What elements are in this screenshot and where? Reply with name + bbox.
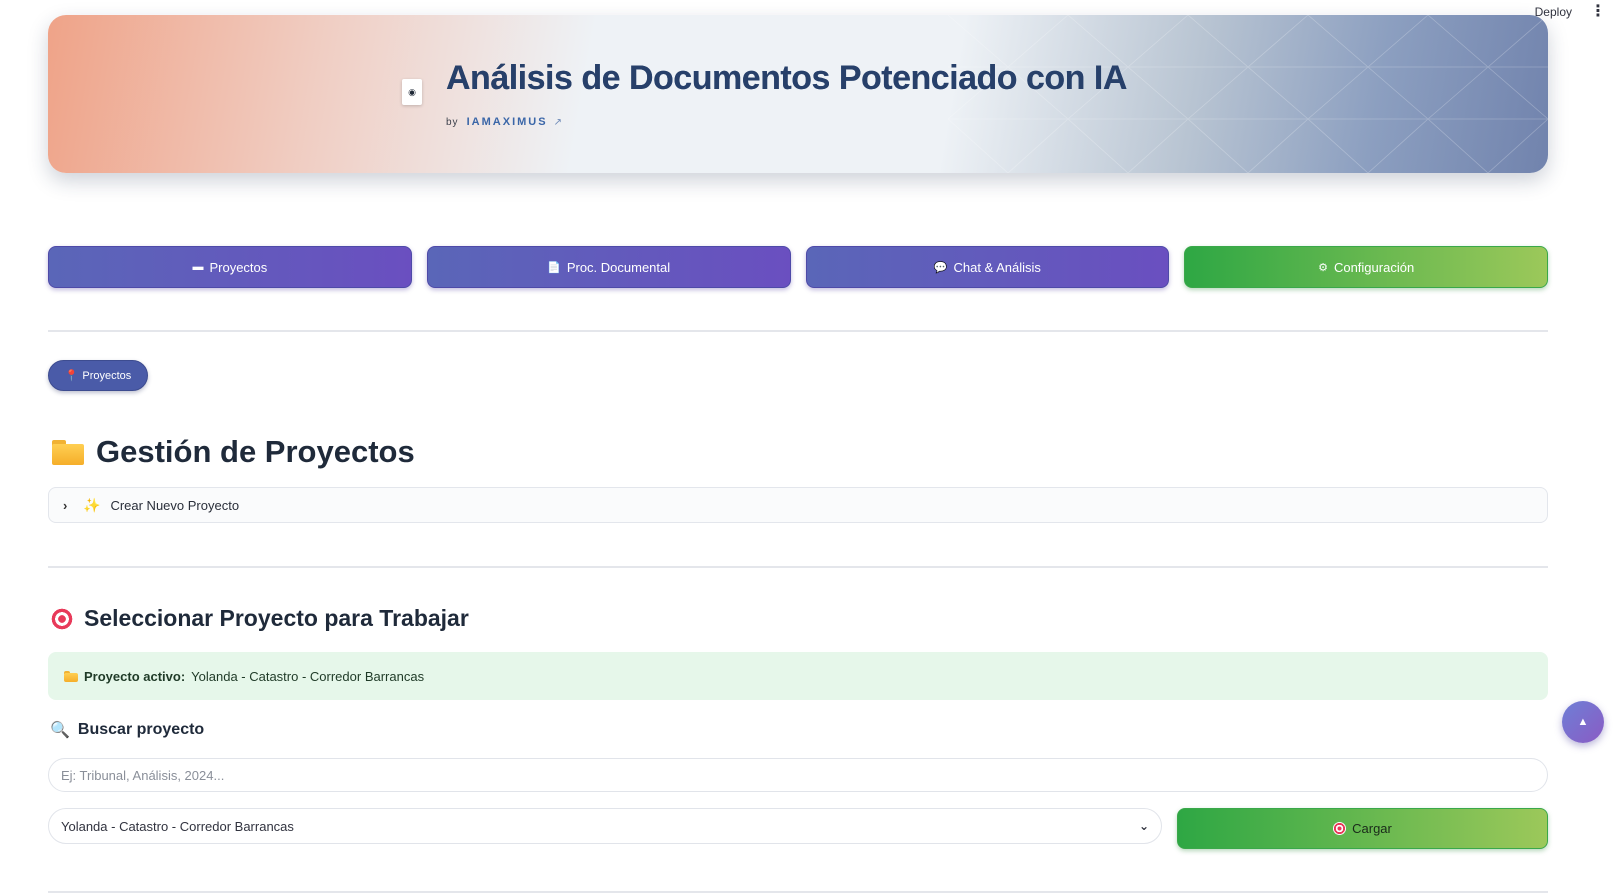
- chevron-right-icon: ›: [63, 497, 68, 513]
- hero-banner: ◉ Análisis de Documentos Potenciado con …: [48, 15, 1548, 173]
- breadcrumb: 📍 Proyectos: [48, 360, 148, 391]
- document-icon: 📄: [547, 261, 561, 274]
- active-project-alert: Proyecto activo: Yolanda - Catastro - Co…: [48, 652, 1548, 700]
- sparkles-icon: ✨: [83, 496, 101, 513]
- search-input[interactable]: [48, 758, 1548, 792]
- nav-button-configuracion[interactable]: ⚙ Configuración: [1184, 246, 1548, 288]
- load-button[interactable]: Cargar: [1177, 808, 1548, 849]
- page-title: Análisis de Documentos Potenciado con IA: [446, 59, 1127, 97]
- folder-icon: ▬: [192, 261, 204, 273]
- nav-button-label: Proyectos: [209, 259, 268, 275]
- kebab-menu-icon[interactable]: ⋮: [1590, 4, 1606, 20]
- nav-button-proyectos[interactable]: ▬ Proyectos: [48, 246, 412, 288]
- project-select-value: Yolanda - Catastro - Corredor Barrancas: [61, 818, 294, 834]
- target-icon: [50, 606, 74, 631]
- nav-button-label: Configuración: [1333, 259, 1415, 275]
- pin-icon: 📍: [64, 370, 79, 382]
- active-project-prefix: Proyecto activo:: [84, 668, 186, 684]
- active-project-value: Yolanda - Catastro - Corredor Barrancas: [191, 668, 425, 684]
- create-project-expander[interactable]: › ✨ Crear Nuevo Proyecto: [48, 487, 1548, 523]
- arrow-up-icon: ▲: [1577, 716, 1589, 728]
- external-link-icon[interactable]: ↗: [554, 117, 563, 128]
- document-icon: ◉: [402, 79, 422, 105]
- nav-button-chat-analisis[interactable]: 💬 Chat & Análisis: [805, 246, 1170, 288]
- speech-bubble-icon: 💬: [933, 261, 948, 274]
- scroll-top-button[interactable]: ▲: [1562, 701, 1604, 743]
- gear-icon: ⚙: [1318, 261, 1328, 274]
- folder-icon: [52, 439, 84, 465]
- select-project-heading-text: Seleccionar Proyecto para Trabajar: [84, 605, 469, 631]
- nav-button-proc-documental[interactable]: 📄 Proc. Documental: [426, 246, 791, 288]
- nav-button-label: Proc. Documental: [566, 259, 671, 275]
- hero-content: ◉ Análisis de Documentos Potenciado con …: [402, 59, 1127, 128]
- folder-icon: [64, 670, 78, 682]
- section-divider: [48, 566, 1548, 568]
- nav-button-label: Chat & Análisis: [953, 259, 1041, 275]
- breadcrumb-label: Proyectos: [82, 369, 132, 382]
- expander-label: Crear Nuevo Proyecto: [110, 497, 240, 513]
- select-project-heading: Seleccionar Proyecto para Trabajar: [50, 605, 469, 632]
- main-nav: ▬ Proyectos 📄 Proc. Documental 💬 Chat & …: [48, 246, 1548, 288]
- hero-byline: by IAMAXIMUS ↗: [446, 116, 1127, 128]
- projects-heading-text: Gestión de Proyectos: [96, 434, 415, 469]
- search-heading-text: Buscar proyecto: [77, 721, 205, 738]
- magnifier-icon: 🔍: [50, 722, 70, 739]
- target-icon: [1333, 822, 1347, 835]
- projects-heading: Gestión de Proyectos: [52, 434, 415, 470]
- project-select[interactable]: Yolanda - Catastro - Corredor Barrancas …: [48, 808, 1162, 844]
- chevron-down-icon: ⌄: [1138, 819, 1149, 833]
- author-link[interactable]: IAMAXIMUS: [467, 116, 548, 128]
- load-button-label: Cargar: [1352, 821, 1392, 836]
- search-heading: 🔍 Buscar proyecto: [50, 720, 204, 740]
- byline-prefix: by: [446, 117, 459, 128]
- section-divider: [48, 330, 1548, 332]
